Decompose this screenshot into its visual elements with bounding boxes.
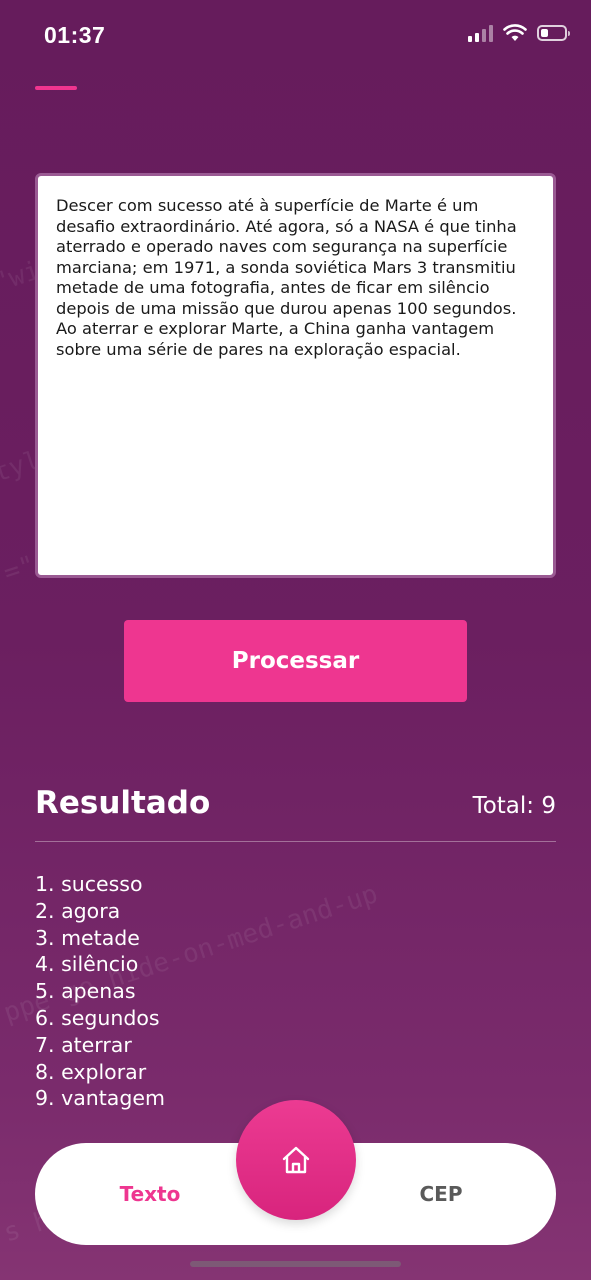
status-time: 01:37: [44, 22, 106, 48]
results-list: 1. sucesso 2. agora 3. metade 4. silênci…: [35, 871, 165, 1112]
list-item: 6. segundos: [35, 1005, 160, 1030]
header-accent-line: [35, 86, 77, 90]
list-item: 4. silêncio: [35, 952, 139, 977]
cellular-signal-icon: [468, 24, 493, 42]
list-item: 1. sucesso: [35, 872, 143, 896]
list-item: 8. explorar: [35, 1059, 147, 1084]
result-divider: [35, 841, 556, 842]
list-item: 9. vantagem: [35, 1086, 165, 1111]
text-input[interactable]: Descer com sucesso até à superfície de M…: [38, 176, 553, 575]
status-bar: 01:37: [0, 0, 591, 70]
status-icons: [468, 24, 570, 42]
battery-icon: [537, 25, 570, 41]
result-title: Resultado: [35, 785, 211, 821]
list-item: 7. aterrar: [35, 1032, 132, 1057]
home-button[interactable]: [236, 1100, 356, 1220]
list-item: 5. apenas: [35, 979, 136, 1004]
tab-cep[interactable]: CEP: [366, 1143, 516, 1245]
wifi-icon: [503, 24, 527, 41]
list-item: 3. metade: [35, 925, 140, 950]
home-indicator[interactable]: [190, 1261, 401, 1267]
result-total: Total: 9: [472, 793, 556, 819]
list-item: 2. agora: [35, 898, 121, 923]
text-input-container[interactable]: Descer com sucesso até à superfície de M…: [35, 173, 556, 578]
battery-level: [541, 29, 548, 37]
home-icon: [282, 1146, 310, 1174]
process-button[interactable]: Processar: [124, 620, 467, 702]
tab-texto[interactable]: Texto: [75, 1143, 225, 1245]
